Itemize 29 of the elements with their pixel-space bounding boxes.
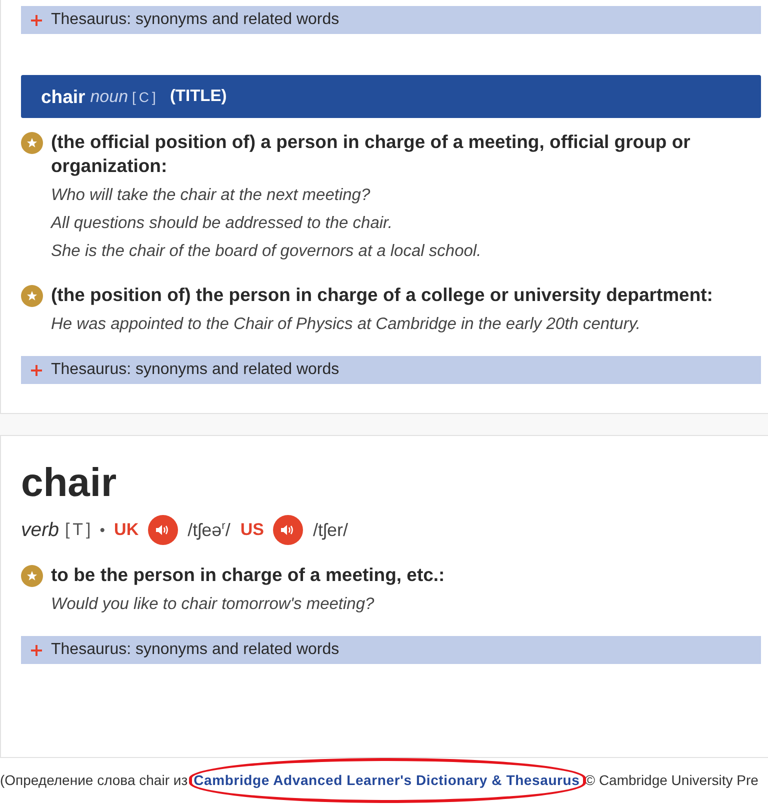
speaker-icon: [280, 524, 295, 536]
definition: to be the person in charge of a meeting, etc.:: [51, 563, 446, 587]
headword: chair: [41, 86, 86, 108]
example-sentence: All questions should be addressed to the chair.: [51, 213, 394, 234]
definition: (the position of) the person in charge of a college or university department:: [51, 283, 714, 307]
play-audio-button[interactable]: [272, 515, 303, 545]
source-note: (Определение слова chair из: [0, 772, 188, 789]
example-sentence: Would you like to chair tomorrow's meeting?: [51, 594, 376, 615]
separator: •: [100, 522, 106, 538]
thesaurus-toggle[interactable]: Thesaurus: synonyms and related words: [21, 6, 761, 34]
guideword: (TITLE): [170, 87, 227, 106]
grammar-code: [C]: [132, 88, 159, 104]
thesaurus-toggle[interactable]: Thesaurus: synonyms and related words: [21, 356, 761, 384]
example-sentence: She is the chair of the board of governors at a local school.: [51, 241, 482, 262]
dictionary-link[interactable]: Cambridge Advanced Learner's Dictionary & Thesaurus: [194, 772, 580, 788]
grammar-code: [T]: [64, 520, 94, 540]
part-of-speech: noun: [90, 86, 128, 106]
region-label: US: [240, 520, 264, 540]
example-sentence: He was appointed to the Chair of Physics at Cambridge in the early 20th century.: [51, 314, 642, 335]
speaker-icon: [156, 524, 170, 536]
definition: (the official position of) a person in charge of a meeting, official group or organization:: [51, 130, 692, 178]
example-sentence: Who will take the chair at the next meeting?: [51, 185, 372, 206]
part-of-speech: verb: [21, 518, 59, 542]
play-audio-button[interactable]: [148, 515, 178, 545]
region-label: UK: [114, 520, 139, 540]
pronunciation: /tʃer/: [312, 520, 348, 540]
pronunciation: /tʃeə$^{r}$/: [188, 520, 230, 540]
headword: chair: [21, 460, 118, 507]
thesaurus-toggle[interactable]: Thesaurus: synonyms and related words: [21, 636, 761, 664]
